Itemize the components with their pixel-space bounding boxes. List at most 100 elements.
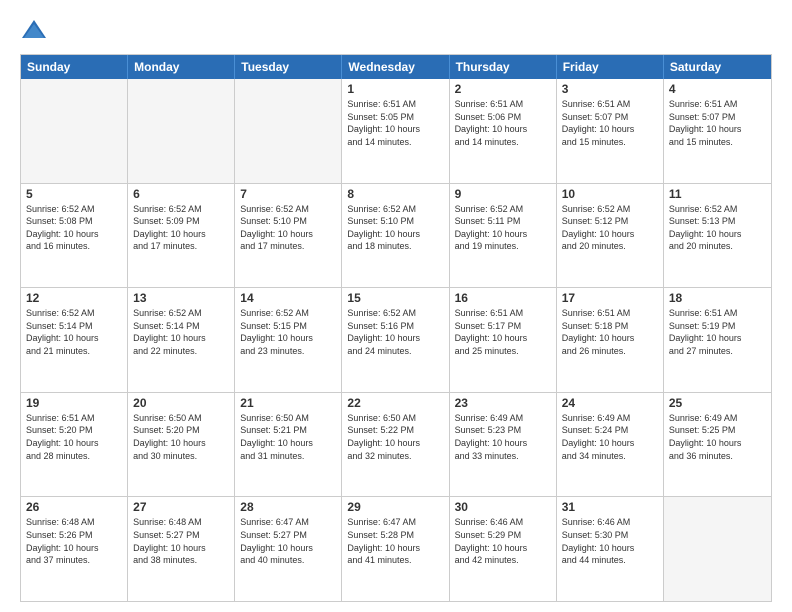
cell-info: Sunrise: 6:52 AM Sunset: 5:10 PM Dayligh… — [240, 203, 336, 253]
cell-info: Sunrise: 6:51 AM Sunset: 5:18 PM Dayligh… — [562, 307, 658, 357]
cell-info: Sunrise: 6:51 AM Sunset: 5:07 PM Dayligh… — [562, 98, 658, 148]
cal-cell: 28 Sunrise: 6:47 AM Sunset: 5:27 PM Dayli… — [235, 497, 342, 601]
cell-info: Sunrise: 6:51 AM Sunset: 5:06 PM Dayligh… — [455, 98, 551, 148]
cell-info: Sunrise: 6:50 AM Sunset: 5:22 PM Dayligh… — [347, 412, 443, 462]
cell-info: Sunrise: 6:51 AM Sunset: 5:19 PM Dayligh… — [669, 307, 766, 357]
cell-date: 26 — [26, 500, 122, 514]
cal-cell: 17 Sunrise: 6:51 AM Sunset: 5:18 PM Dayli… — [557, 288, 664, 392]
header-day-friday: Friday — [557, 55, 664, 79]
week-row-2: 5Sunrise: 6:52 AM Sunset: 5:08 PM Daylig… — [21, 184, 771, 289]
cal-cell: 15 Sunrise: 6:52 AM Sunset: 5:16 PM Dayli… — [342, 288, 449, 392]
cell-date: 16 — [455, 291, 551, 305]
cal-cell: 13Sunrise: 6:52 AM Sunset: 5:14 PM Dayli… — [128, 288, 235, 392]
cell-date: 18 — [669, 291, 766, 305]
cell-info: Sunrise: 6:47 AM Sunset: 5:27 PM Dayligh… — [240, 516, 336, 566]
cal-cell: 9 Sunrise: 6:52 AM Sunset: 5:11 PM Daylig… — [450, 184, 557, 288]
cell-info: Sunrise: 6:46 AM Sunset: 5:29 PM Dayligh… — [455, 516, 551, 566]
cell-date: 8 — [347, 187, 443, 201]
cell-date: 27 — [133, 500, 229, 514]
cell-date: 10 — [562, 187, 658, 201]
cal-cell: 14Sunrise: 6:52 AM Sunset: 5:15 PM Dayli… — [235, 288, 342, 392]
cal-cell: 4Sunrise: 6:51 AM Sunset: 5:07 PM Daylig… — [664, 79, 771, 183]
cal-cell: 5Sunrise: 6:52 AM Sunset: 5:08 PM Daylig… — [21, 184, 128, 288]
cal-cell: 23 Sunrise: 6:49 AM Sunset: 5:23 PM Dayli… — [450, 393, 557, 497]
week-row-3: 12 Sunrise: 6:52 AM Sunset: 5:14 PM Dayli… — [21, 288, 771, 393]
cell-info: Sunrise: 6:52 AM Sunset: 5:09 PM Dayligh… — [133, 203, 229, 253]
cell-info: Sunrise: 6:48 AM Sunset: 5:27 PM Dayligh… — [133, 516, 229, 566]
cell-info: Sunrise: 6:51 AM Sunset: 5:07 PM Dayligh… — [669, 98, 766, 148]
cal-cell: 12 Sunrise: 6:52 AM Sunset: 5:14 PM Dayli… — [21, 288, 128, 392]
cell-info: Sunrise: 6:49 AM Sunset: 5:23 PM Dayligh… — [455, 412, 551, 462]
cal-cell: 1 Sunrise: 6:51 AM Sunset: 5:05 PM Daylig… — [342, 79, 449, 183]
week-row-5: 26 Sunrise: 6:48 AM Sunset: 5:26 PM Dayli… — [21, 497, 771, 601]
cell-info: Sunrise: 6:52 AM Sunset: 5:14 PM Dayligh… — [26, 307, 122, 357]
header-day-monday: Monday — [128, 55, 235, 79]
cell-info: Sunrise: 6:52 AM Sunset: 5:10 PM Dayligh… — [347, 203, 443, 253]
cal-cell: 31Sunrise: 6:46 AM Sunset: 5:30 PM Dayli… — [557, 497, 664, 601]
cal-cell: 2 Sunrise: 6:51 AM Sunset: 5:06 PM Daylig… — [450, 79, 557, 183]
cell-date: 30 — [455, 500, 551, 514]
cell-date: 28 — [240, 500, 336, 514]
logo-icon — [20, 18, 48, 46]
cell-date: 24 — [562, 396, 658, 410]
cell-info: Sunrise: 6:48 AM Sunset: 5:26 PM Dayligh… — [26, 516, 122, 566]
cell-info: Sunrise: 6:47 AM Sunset: 5:28 PM Dayligh… — [347, 516, 443, 566]
calendar-header: SundayMondayTuesdayWednesdayThursdayFrid… — [21, 55, 771, 79]
cell-date: 7 — [240, 187, 336, 201]
header — [20, 18, 772, 46]
cal-cell: 10 Sunrise: 6:52 AM Sunset: 5:12 PM Dayli… — [557, 184, 664, 288]
cal-cell: 29 Sunrise: 6:47 AM Sunset: 5:28 PM Dayli… — [342, 497, 449, 601]
page: SundayMondayTuesdayWednesdayThursdayFrid… — [0, 0, 792, 612]
cell-info: Sunrise: 6:50 AM Sunset: 5:20 PM Dayligh… — [133, 412, 229, 462]
cell-date: 2 — [455, 82, 551, 96]
cell-info: Sunrise: 6:49 AM Sunset: 5:24 PM Dayligh… — [562, 412, 658, 462]
cal-cell: 27 Sunrise: 6:48 AM Sunset: 5:27 PM Dayli… — [128, 497, 235, 601]
calendar-body: 1 Sunrise: 6:51 AM Sunset: 5:05 PM Daylig… — [21, 79, 771, 601]
week-row-4: 19 Sunrise: 6:51 AM Sunset: 5:20 PM Dayli… — [21, 393, 771, 498]
cell-info: Sunrise: 6:52 AM Sunset: 5:16 PM Dayligh… — [347, 307, 443, 357]
cal-cell — [128, 79, 235, 183]
cal-cell — [235, 79, 342, 183]
cal-cell: 6 Sunrise: 6:52 AM Sunset: 5:09 PM Daylig… — [128, 184, 235, 288]
cal-cell: 8 Sunrise: 6:52 AM Sunset: 5:10 PM Daylig… — [342, 184, 449, 288]
header-day-sunday: Sunday — [21, 55, 128, 79]
cal-cell: 30 Sunrise: 6:46 AM Sunset: 5:29 PM Dayli… — [450, 497, 557, 601]
cell-date: 3 — [562, 82, 658, 96]
cell-info: Sunrise: 6:52 AM Sunset: 5:11 PM Dayligh… — [455, 203, 551, 253]
cal-cell: 18 Sunrise: 6:51 AM Sunset: 5:19 PM Dayli… — [664, 288, 771, 392]
cal-cell: 19 Sunrise: 6:51 AM Sunset: 5:20 PM Dayli… — [21, 393, 128, 497]
cell-date: 21 — [240, 396, 336, 410]
cell-date: 6 — [133, 187, 229, 201]
cell-date: 14 — [240, 291, 336, 305]
cal-cell: 24 Sunrise: 6:49 AM Sunset: 5:24 PM Dayli… — [557, 393, 664, 497]
cal-cell: 11 Sunrise: 6:52 AM Sunset: 5:13 PM Dayli… — [664, 184, 771, 288]
cal-cell — [21, 79, 128, 183]
cal-cell: 25 Sunrise: 6:49 AM Sunset: 5:25 PM Dayli… — [664, 393, 771, 497]
cal-cell: 16Sunrise: 6:51 AM Sunset: 5:17 PM Dayli… — [450, 288, 557, 392]
cell-info: Sunrise: 6:51 AM Sunset: 5:05 PM Dayligh… — [347, 98, 443, 148]
cell-date: 20 — [133, 396, 229, 410]
cell-info: Sunrise: 6:52 AM Sunset: 5:14 PM Dayligh… — [133, 307, 229, 357]
week-row-1: 1 Sunrise: 6:51 AM Sunset: 5:05 PM Daylig… — [21, 79, 771, 184]
cell-date: 19 — [26, 396, 122, 410]
cell-date: 15 — [347, 291, 443, 305]
cell-date: 25 — [669, 396, 766, 410]
cal-cell: 7 Sunrise: 6:52 AM Sunset: 5:10 PM Daylig… — [235, 184, 342, 288]
cell-date: 23 — [455, 396, 551, 410]
cal-cell: 20 Sunrise: 6:50 AM Sunset: 5:20 PM Dayli… — [128, 393, 235, 497]
cell-date: 22 — [347, 396, 443, 410]
cell-info: Sunrise: 6:52 AM Sunset: 5:13 PM Dayligh… — [669, 203, 766, 253]
cal-cell: 21 Sunrise: 6:50 AM Sunset: 5:21 PM Dayli… — [235, 393, 342, 497]
cell-date: 9 — [455, 187, 551, 201]
cell-date: 29 — [347, 500, 443, 514]
cell-date: 1 — [347, 82, 443, 96]
cell-info: Sunrise: 6:49 AM Sunset: 5:25 PM Dayligh… — [669, 412, 766, 462]
cal-cell: 3 Sunrise: 6:51 AM Sunset: 5:07 PM Daylig… — [557, 79, 664, 183]
cell-info: Sunrise: 6:52 AM Sunset: 5:12 PM Dayligh… — [562, 203, 658, 253]
cell-date: 17 — [562, 291, 658, 305]
cell-info: Sunrise: 6:50 AM Sunset: 5:21 PM Dayligh… — [240, 412, 336, 462]
cell-date: 11 — [669, 187, 766, 201]
cal-cell: 26 Sunrise: 6:48 AM Sunset: 5:26 PM Dayli… — [21, 497, 128, 601]
cell-info: Sunrise: 6:51 AM Sunset: 5:20 PM Dayligh… — [26, 412, 122, 462]
cell-date: 12 — [26, 291, 122, 305]
